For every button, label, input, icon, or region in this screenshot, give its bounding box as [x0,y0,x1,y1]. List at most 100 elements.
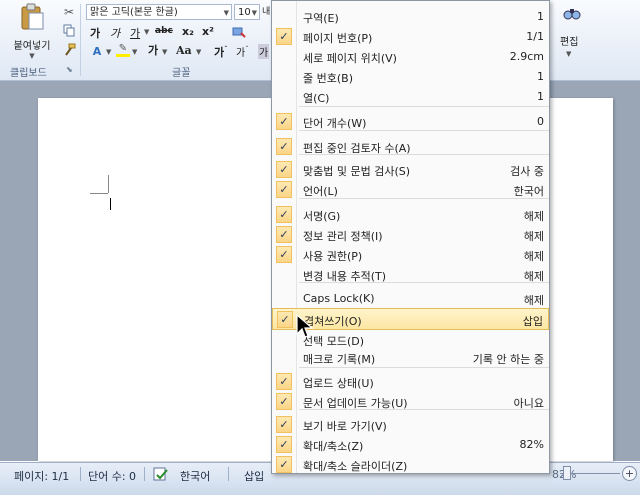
checkmark-icon: ✓ [276,161,292,178]
menu-item-label: 열(C) [303,92,330,105]
proofing-icon[interactable] [152,466,168,482]
ribbon-cut-text: 내 [262,7,271,17]
edit-button[interactable]: 편집 [560,33,578,48]
menu-item-label: 확대/축소 슬라이더(Z) [303,460,408,473]
menu-item-value: 1 [537,10,544,23]
clear-format-icon[interactable] [230,24,246,38]
checkmark-icon: ✓ [276,393,292,410]
menu-item[interactable]: ✓ 정보 관리 정책(I) 해제 [272,224,549,246]
copy-icon[interactable] [62,23,76,37]
subscript-button[interactable]: x₂ [182,25,194,38]
italic-button[interactable]: 가 [110,25,120,41]
status-divider [144,467,145,481]
zoom-in-icon[interactable]: + [622,466,637,481]
menu-item[interactable]: 세로 페이지 위치(V) 2.9cm [272,46,549,68]
menu-item[interactable]: Caps Lock(K) 해제 [272,288,549,310]
phonetic-guide-icon[interactable]: 가 [258,44,270,59]
underline-button[interactable]: 가 [130,25,140,41]
font-size-value: 10 [238,7,251,18]
menu-item[interactable]: ✓ 페이지 번호(P) 1/1 [272,26,549,48]
change-case-button[interactable]: Aa [176,44,192,57]
menu-item[interactable]: ✓ 편집 중인 검토자 수(A) [272,136,549,158]
menu-item-label: 보기 바로 가기(V) [303,420,387,433]
bold-button[interactable]: 가 [90,25,100,41]
menu-item[interactable]: ✓ 문서 업데이트 가능(U) 아니요 [272,391,549,413]
clipboard-group-label: 클립보드 [10,68,47,79]
menu-item[interactable]: 변경 내용 추적(T) 해제 [272,264,549,286]
highlighter-icon[interactable]: ✎ [116,42,130,58]
menu-item[interactable]: ✓ 단어 개수(W) 0 [272,111,549,133]
status-page-number[interactable]: 페이지: 1/1 [14,468,69,484]
menu-item[interactable]: 줄 번호(B) 1 [272,66,549,88]
chevron-down-icon[interactable]: ▼ [106,48,111,56]
superscript-button[interactable]: x² [202,25,214,38]
margin-corner-mark [90,193,108,194]
menu-item[interactable]: 열(C) 1 [272,86,549,108]
chevron-down-icon[interactable]: ▼ [566,50,571,58]
menu-item-value: 삽입 [522,315,543,328]
checkmark-icon: ✓ [277,311,293,328]
text-effect-icon[interactable]: A [90,44,104,58]
chevron-down-icon[interactable]: ▼ [196,48,201,56]
menu-item-label: 문서 업데이트 가능(U) [303,397,408,410]
menu-item[interactable]: ✓ 확대/축소(Z) 82% [272,434,549,456]
format-painter-icon[interactable] [62,42,76,56]
menu-item-label: Caps Lock(K) [303,292,375,305]
shrink-font-icon[interactable]: 가ˇ [236,44,249,59]
grow-font-icon[interactable]: 가ˆ [214,44,228,60]
font-group-label: 글꼴 [172,68,191,79]
mouse-pointer-icon [296,314,314,338]
checkmark-icon: ✓ [276,456,292,473]
chevron-down-icon[interactable]: ▼ [132,48,137,56]
menu-item-label: 변경 내용 추적(T) [303,270,387,283]
menu-item-value: 해제 [523,230,544,243]
cut-icon[interactable]: ✂ [62,5,76,19]
chevron-down-icon[interactable]: ▼ [162,48,167,56]
status-insert-mode[interactable]: 삽입 [244,468,264,484]
chevron-down-icon[interactable]: ▼ [144,28,149,36]
menu-item[interactable]: 구역(E) 1 [272,6,549,28]
paste-label: 붙여넣기 [13,40,51,52]
menu-item-value: 82% [519,438,544,451]
menu-item-value: 1/1 [526,30,544,43]
menu-item-value: 1 [537,90,544,103]
menu-item-value: 한국어 [513,185,544,198]
menu-item[interactable]: ✓ 사용 권한(P) 해제 [272,244,549,266]
menu-item[interactable]: ✓ 업로드 상태(U) [272,371,549,393]
menu-item-value: 해제 [523,294,544,307]
menu-item-value: 1 [537,70,544,83]
font-name-dropdown[interactable]: 맑은 고딕(본문 한글) ▼ [86,4,232,20]
find-icon[interactable] [562,4,582,24]
menu-item-value: 0 [537,115,544,128]
menu-item-value: 2.9cm [509,50,544,63]
menu-item-label: 언어(L) [303,185,338,198]
chevron-down-icon: ▼ [29,51,35,60]
paste-button[interactable]: 붙여넣기 ▼ [10,2,54,60]
menu-item-label: 구역(E) [303,12,339,25]
menu-item-label: 업로드 상태(U) [303,377,374,390]
paste-icon [21,3,44,29]
font-name-value: 맑은 고딕(본문 한글) [90,7,178,18]
menu-item-value: 검사 중 [510,165,544,178]
status-bar-customize-menu[interactable]: 구역(E) 1 ✓ 페이지 번호(P) 1/1 세로 페이지 위치(V) 2.9cm 줄 번호… [271,0,550,474]
menu-item-label: 확대/축소(Z) [303,440,364,453]
menu-item-label: 편집 중인 검토자 수(A) [303,142,411,155]
menu-item[interactable]: ✓ 확대/축소 슬라이더(Z) [272,454,549,476]
menu-item[interactable]: ✓ 언어(L) 한국어 [272,179,549,201]
zoom-slider-thumb[interactable] [563,466,571,480]
strikethrough-button[interactable]: abc [155,26,173,36]
status-word-count[interactable]: 단어 수: 0 [88,468,136,484]
font-size-dropdown[interactable]: 10 ▼ [234,4,260,20]
menu-item[interactable]: ✓ 서명(G) 해제 [272,204,549,226]
font-color-glyph: 가 [147,44,159,57]
checkmark-icon: ✓ [276,373,292,390]
menu-item-value: 해제 [523,250,544,263]
menu-item-label: 서명(G) [303,210,341,223]
checkmark-icon: ✓ [276,138,292,155]
status-language[interactable]: 한국어 [180,468,210,484]
menu-item[interactable]: ✓ 맞춤법 및 문법 검사(S) 검사 중 [272,159,549,181]
menu-item[interactable]: 매크로 기록(M) 기록 안 하는 중 [272,347,549,369]
menu-item[interactable]: ✓ 보기 바로 가기(V) [272,414,549,436]
font-color-icon[interactable]: 가 [146,42,160,58]
clipboard-launcher-icon[interactable]: ⬊ [66,65,73,74]
